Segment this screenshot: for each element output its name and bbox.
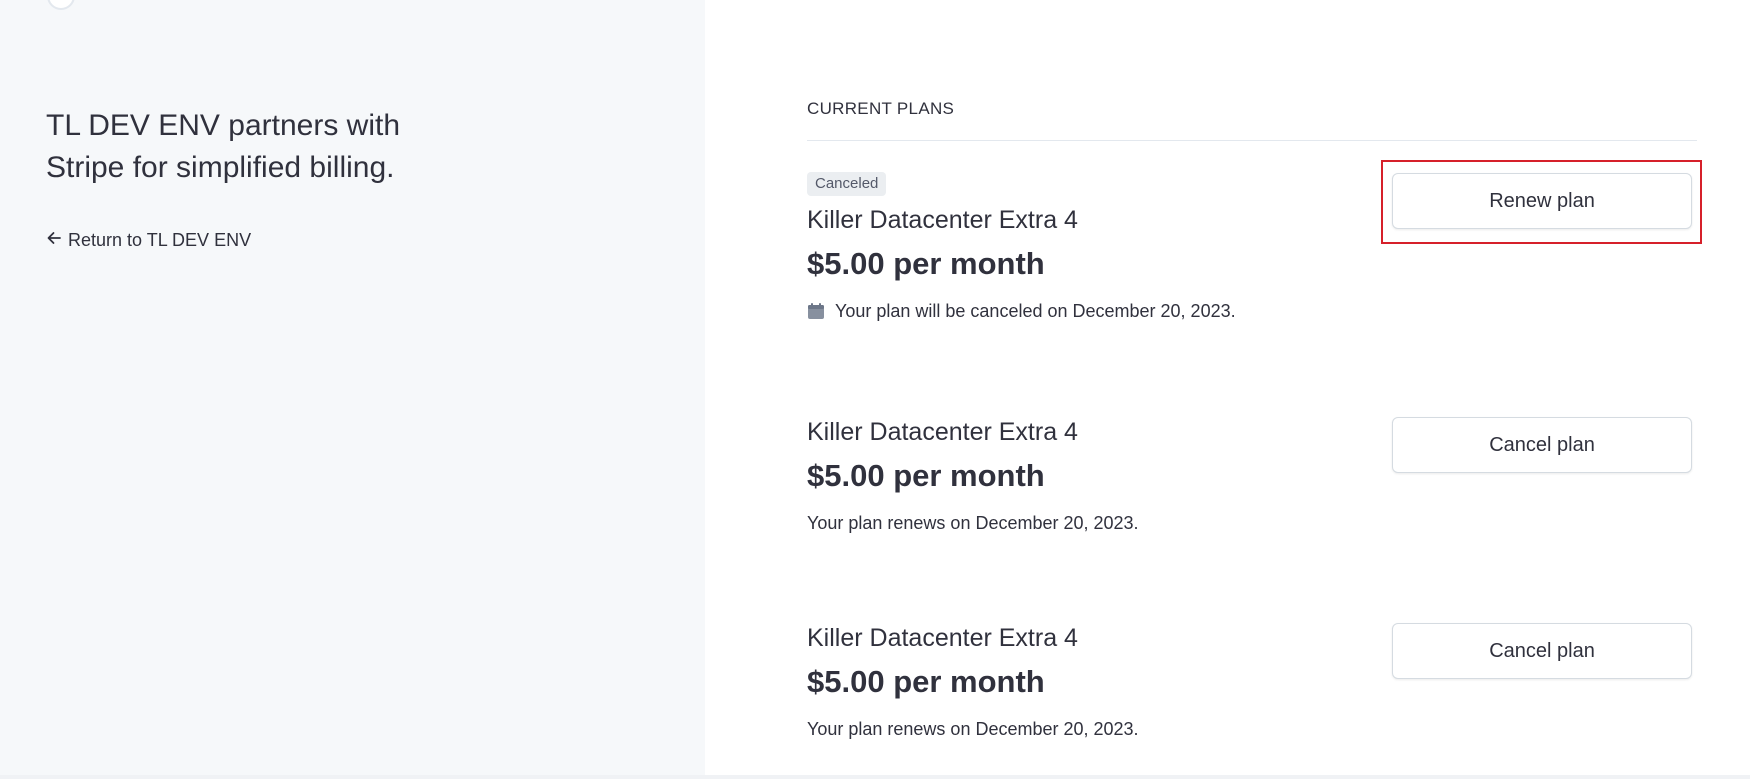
plan-note: Your plan will be canceled on December 2… [807,299,1707,323]
calendar-icon [807,302,825,320]
left-panel: TL DEV ENV partners with Stripe for simp… [0,0,705,779]
plan-note-text: Your plan renews on December 20, 2023. [807,513,1139,533]
renew-plan-button[interactable]: Renew plan [1392,173,1692,229]
section-title: CURRENT PLANS [807,99,955,118]
right-panel: CURRENT PLANS Canceled Killer Datacenter… [705,0,1750,779]
plan-note: Your plan renews on December 20, 2023. [807,717,1707,741]
status-badge: Canceled [807,172,887,196]
plan-note-text: Your plan will be canceled on December 2… [835,301,1236,321]
merchant-logo [47,0,75,10]
bottom-strip [0,775,1750,779]
merchant-headline: TL DEV ENV partners with Stripe for simp… [46,109,401,184]
return-link[interactable]: Return to TL DEV ENV [46,230,251,251]
cancel-plan-button[interactable]: Cancel plan [1392,623,1692,679]
cancel-plan-button[interactable]: Cancel plan [1392,417,1692,473]
divider [807,140,1697,141]
arrow-left-icon [46,230,62,251]
return-link-label: Return to TL DEV ENV [68,230,252,250]
plan-note-text: Your plan renews on December 20, 2023. [807,719,1139,739]
plan-price: $5.00 per month [807,246,1045,281]
plan-note: Your plan renews on December 20, 2023. [807,511,1707,535]
billing-portal: TL DEV ENV partners with Stripe for simp… [0,0,1750,779]
